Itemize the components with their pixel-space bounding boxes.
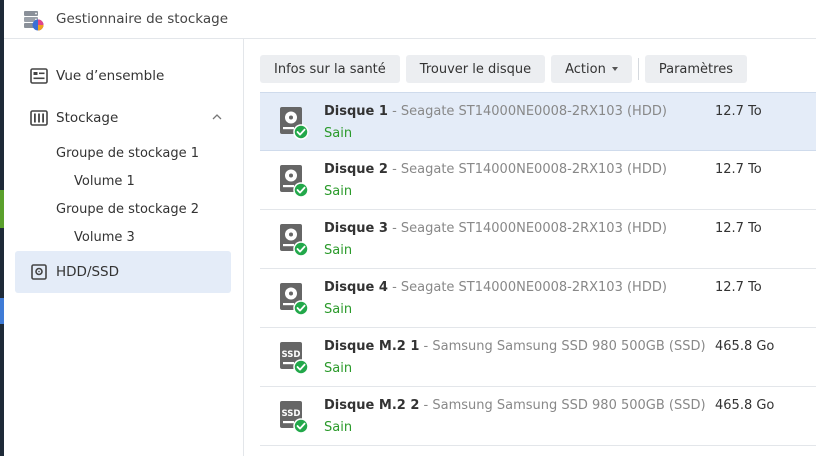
- disk-capacity: 12.7 To: [715, 104, 762, 119]
- disk-list: Disque 1 - Seagate ST14000NE0008-2RX103 …: [260, 92, 816, 446]
- disk-name: Disque 2 - Seagate ST14000NE0008-2RX103 …: [324, 162, 667, 177]
- sidebar-item-hdd-ssd[interactable]: HDD/SSD: [15, 251, 231, 293]
- disk-capacity: 12.7 To: [715, 280, 762, 295]
- disk-name-label: Disque 4: [324, 280, 388, 295]
- toolbar: Infos sur la santé Trouver le disque Act…: [260, 55, 753, 83]
- find-disk-button[interactable]: Trouver le disque: [405, 55, 546, 83]
- action-label: Action: [565, 61, 606, 77]
- sidebar-item-volume-3[interactable]: Volume 3: [74, 230, 135, 245]
- disk-name-label: Disque 3: [324, 221, 388, 236]
- health-info-label: Infos sur la santé: [274, 61, 386, 77]
- ssd-healthy-icon: SSD: [280, 342, 309, 375]
- disk-capacity: 465.8 Go: [715, 398, 775, 413]
- disk-row[interactable]: Disque 2 - Seagate ST14000NE0008-2RX103 …: [260, 151, 816, 210]
- health-info-button[interactable]: Infos sur la santé: [260, 55, 400, 83]
- disk-status: Sain: [324, 184, 353, 199]
- disk-description: - Seagate ST14000NE0008-2RX103 (HDD): [387, 221, 667, 236]
- toolbar-separator: [637, 58, 639, 80]
- disk-capacity: 465.8 Go: [715, 339, 775, 354]
- storage-icon: [30, 110, 48, 126]
- sidebar-item-storage-group-1[interactable]: Groupe de stockage 1: [56, 146, 199, 161]
- ssd-badge-text: SSD: [282, 350, 301, 360]
- disk-name-label: Disque 2: [324, 162, 388, 177]
- disk-name-label: Disque M.2 1: [324, 339, 420, 354]
- hdd-icon: [31, 264, 47, 280]
- disk-status: Sain: [324, 243, 353, 258]
- main-panel: Infos sur la santé Trouver le disque Act…: [245, 39, 816, 456]
- caret-down-icon: [611, 67, 618, 71]
- disk-row[interactable]: SSD Disque M.2 1 - Samsung Samsung SSD 98…: [260, 328, 816, 387]
- hdd-healthy-icon: [280, 283, 309, 316]
- disk-name: Disque M.2 2 - Samsung Samsung SSD 980 5…: [324, 398, 706, 413]
- disk-status: Sain: [324, 126, 353, 141]
- disk-capacity: 12.7 To: [715, 162, 762, 177]
- disk-name: Disque 1 - Seagate ST14000NE0008-2RX103 …: [324, 104, 667, 119]
- sidebar-item-volume-1[interactable]: Volume 1: [74, 174, 135, 189]
- sidebar-item-storage-group-2[interactable]: Groupe de stockage 2: [56, 202, 199, 217]
- app-title: Gestionnaire de stockage: [56, 11, 228, 27]
- disk-row[interactable]: Disque 3 - Seagate ST14000NE0008-2RX103 …: [260, 210, 816, 269]
- disk-name: Disque 4 - Seagate ST14000NE0008-2RX103 …: [324, 280, 667, 295]
- storage-manager-app-icon: [24, 11, 44, 31]
- disk-row[interactable]: Disque 4 - Seagate ST14000NE0008-2RX103 …: [260, 269, 816, 328]
- disk-name: Disque 3 - Seagate ST14000NE0008-2RX103 …: [324, 221, 667, 236]
- disk-description: - Seagate ST14000NE0008-2RX103 (HDD): [387, 162, 667, 177]
- disk-status: Sain: [324, 302, 353, 317]
- settings-button[interactable]: Paramètres: [644, 55, 747, 83]
- disk-name: Disque M.2 1 - Samsung Samsung SSD 980 5…: [324, 339, 706, 354]
- disk-name-label: Disque M.2 2: [324, 398, 420, 413]
- disk-description: - Seagate ST14000NE0008-2RX103 (HDD): [387, 280, 667, 295]
- sidebar-item-label: HDD/SSD: [56, 264, 120, 280]
- action-dropdown-button[interactable]: Action: [551, 55, 632, 83]
- sidebar-item-label: Stockage: [56, 110, 119, 126]
- disk-description: - Samsung Samsung SSD 980 500GB (SSD): [419, 339, 706, 354]
- sidebar-item-overview[interactable]: Vue d’ensemble: [15, 55, 231, 97]
- disk-status: Sain: [324, 361, 353, 376]
- sidebar-item-storage[interactable]: Stockage: [15, 97, 231, 139]
- sidebar: Vue d’ensemble Stockage Groupe de stocka…: [4, 39, 244, 456]
- disk-status: Sain: [324, 420, 353, 435]
- disk-row[interactable]: SSD Disque M.2 2 - Samsung Samsung SSD 98…: [260, 387, 816, 446]
- ssd-healthy-icon: SSD: [280, 401, 309, 434]
- disk-row[interactable]: Disque 1 - Seagate ST14000NE0008-2RX103 …: [260, 92, 816, 151]
- hdd-healthy-icon: [280, 224, 309, 257]
- chevron-up-icon[interactable]: [211, 111, 223, 123]
- find-disk-label: Trouver le disque: [419, 61, 532, 77]
- title-bar: Gestionnaire de stockage: [4, 0, 816, 39]
- sidebar-item-label: Vue d’ensemble: [56, 68, 165, 84]
- overview-icon: [30, 68, 48, 84]
- settings-label: Paramètres: [658, 61, 733, 77]
- disk-description: - Samsung Samsung SSD 980 500GB (SSD): [419, 398, 706, 413]
- hdd-healthy-icon: [280, 165, 309, 198]
- storage-manager-window: Gestionnaire de stockage Vue d’ensemble …: [4, 0, 816, 456]
- disk-capacity: 12.7 To: [715, 221, 762, 236]
- hdd-healthy-icon: [280, 107, 309, 140]
- disk-name-label: Disque 1: [324, 104, 388, 119]
- ssd-badge-text: SSD: [282, 409, 301, 419]
- disk-description: - Seagate ST14000NE0008-2RX103 (HDD): [387, 104, 667, 119]
